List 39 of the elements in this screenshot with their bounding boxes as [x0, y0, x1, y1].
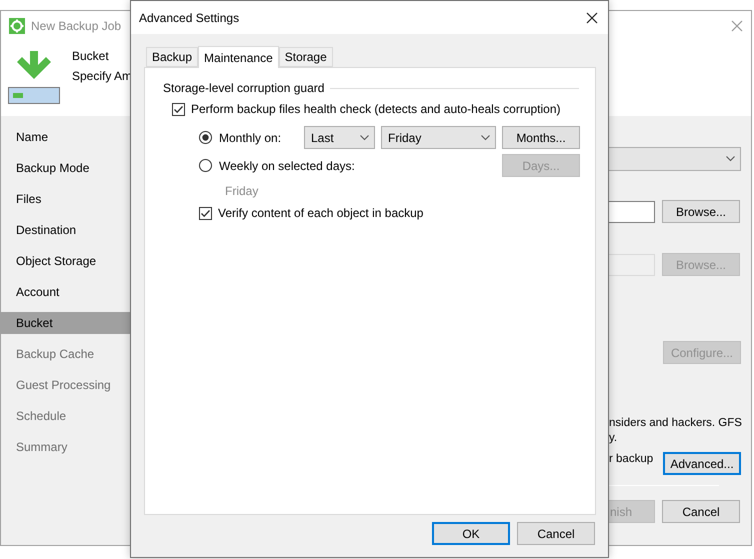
close-icon[interactable]	[586, 12, 598, 24]
checkbox-label: Perform backup files health check (detects and auto-heals corruption)	[191, 102, 561, 116]
cancel-button[interactable]: Cancel	[517, 522, 595, 545]
checkbox[interactable]	[199, 206, 212, 220]
radio-button[interactable]	[199, 131, 212, 144]
checkbox[interactable]	[172, 102, 185, 116]
cancel-button[interactable]: Cancel	[662, 500, 740, 523]
radio-button[interactable]	[199, 159, 212, 172]
page-title: Bucket	[72, 49, 110, 63]
wizard-step[interactable]: Name	[1, 126, 131, 148]
checkbox-label: Verify content of each object in backup	[218, 206, 424, 220]
description-text: y.	[609, 431, 618, 446]
wizard-step[interactable]: Files	[1, 188, 131, 210]
tab[interactable]: Storage	[278, 47, 333, 67]
ok-button[interactable]: OK	[432, 522, 510, 545]
radio-label: Monthly on:	[219, 130, 282, 144]
wizard-step[interactable]: Destination	[1, 219, 131, 241]
wizard-step[interactable]: Backup Mode	[1, 157, 131, 179]
chevron-icon	[481, 134, 490, 140]
advanced-button[interactable]: Advanced...	[663, 452, 741, 475]
occurrence-select[interactable]: Last	[304, 126, 375, 149]
months-button[interactable]: Months...	[502, 126, 580, 149]
tab[interactable]: Maintenance	[198, 46, 279, 68]
wizard-step[interactable]: Account	[1, 281, 131, 303]
wizard-step[interactable]: Object Storage	[1, 250, 131, 272]
chevron-icon	[360, 134, 369, 140]
selected-days-text: Friday	[225, 184, 260, 198]
window-title: New Backup Job	[31, 19, 122, 33]
group-title: Storage-level corruption guard	[163, 81, 324, 95]
description-text: nsiders and hackers. GFS	[609, 416, 742, 431]
weekday-select[interactable]: Friday	[381, 126, 496, 149]
path-field[interactable]	[609, 200, 655, 222]
browse-button[interactable]: Browse...	[662, 200, 740, 223]
tab[interactable]: Backup	[146, 47, 198, 67]
chevron-icon	[726, 156, 735, 162]
dialog-title: Advanced Settings	[139, 10, 240, 24]
option-label: r backup	[609, 452, 654, 467]
wizard-step[interactable]: Bucket	[1, 312, 131, 334]
radio-label: Weekly on selected days:	[219, 158, 355, 172]
